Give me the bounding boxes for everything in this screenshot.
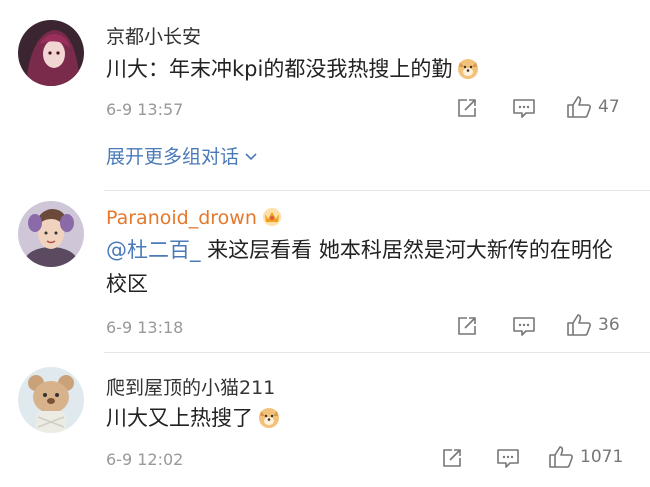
chevron-down-icon — [245, 152, 257, 160]
vip-crown-icon — [261, 205, 283, 227]
like-icon — [567, 96, 591, 118]
share-button[interactable] — [456, 97, 478, 119]
username[interactable]: Paranoid_drown — [106, 205, 283, 229]
expand-conversation-link[interactable]: 展开更多组对话 — [106, 142, 259, 169]
comment-item: 爬到屋顶的小猫211 川大又上热搜了 6-9 12:02 1071 — [0, 353, 650, 487]
comment-body: 川大又上热搜了 — [106, 406, 253, 430]
like-icon — [549, 446, 573, 468]
like-count: 1071 — [580, 447, 624, 467]
username[interactable]: 爬到屋顶的小猫211 — [106, 373, 275, 400]
share-icon — [458, 317, 476, 335]
like-icon — [567, 314, 591, 336]
comment-time: 6-9 13:57 — [106, 100, 184, 119]
comment-icon — [513, 317, 535, 336]
share-button[interactable] — [441, 447, 463, 469]
comment-body: 川大：年末冲kpi的都没我热搜上的勤 — [106, 57, 453, 81]
comment-button[interactable] — [496, 447, 520, 469]
comment-text: 川大：年末冲kpi的都没我热搜上的勤 — [106, 52, 626, 86]
user-mention-link[interactable]: @杜二百_ — [106, 238, 201, 262]
avatar[interactable] — [18, 367, 84, 433]
comment-text: 川大又上热搜了 — [106, 401, 626, 435]
expand-label: 展开更多组对话 — [106, 146, 240, 168]
share-icon — [443, 449, 461, 467]
like-button[interactable]: 36 — [566, 313, 620, 337]
comment-time: 6-9 13:18 — [106, 318, 184, 337]
like-count: 47 — [598, 97, 620, 117]
share-button[interactable] — [456, 315, 478, 337]
username-text: Paranoid_drown — [106, 207, 257, 229]
username[interactable]: 京都小长安 — [106, 22, 201, 49]
share-icon — [458, 99, 476, 117]
comment-text: @杜二百_ 来这层看看 她本科居然是河大新传的在明伦校区 — [106, 233, 626, 301]
avatar[interactable] — [18, 201, 84, 267]
comment-icon — [513, 99, 535, 118]
comment-time: 6-9 12:02 — [106, 450, 184, 469]
like-button[interactable]: 47 — [566, 95, 620, 119]
doge-emoji-icon — [456, 56, 480, 80]
comment-item: 京都小长安 川大：年末冲kpi的都没我热搜上的勤 6-9 13:57 47 展开… — [0, 0, 650, 190]
like-count: 36 — [598, 315, 620, 335]
doge-emoji-icon — [257, 405, 281, 429]
like-button[interactable]: 1071 — [548, 445, 623, 469]
comment-button[interactable] — [512, 315, 536, 337]
comment-item: Paranoid_drown @杜二百_ 来这层看看 她本科居然是河大新传的在明… — [0, 191, 650, 352]
avatar[interactable] — [18, 20, 84, 86]
comment-button[interactable] — [512, 97, 536, 119]
comment-icon — [497, 449, 519, 468]
